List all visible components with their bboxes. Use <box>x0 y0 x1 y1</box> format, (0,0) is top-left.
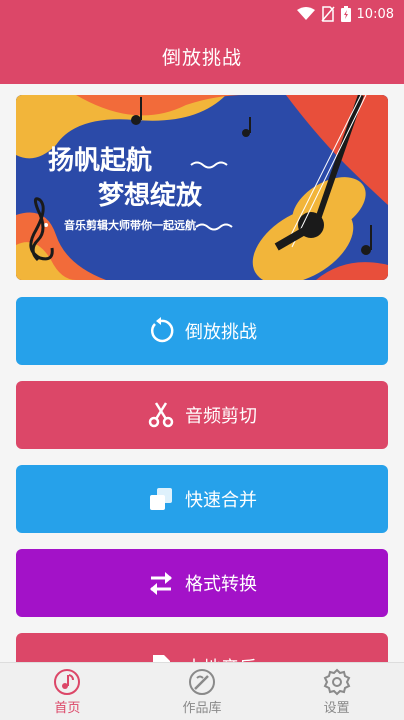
quick-merge-label: 快速合并 <box>185 490 257 511</box>
convert-icon <box>147 569 175 597</box>
settings-icon <box>323 668 350 695</box>
format-convert-button[interactable]: 格式转换 <box>16 549 388 617</box>
reverse-icon <box>147 317 175 345</box>
reverse-challenge-label: 倒放挑战 <box>185 322 257 343</box>
scissors-icon <box>147 401 175 429</box>
nav-settings[interactable]: 设置 <box>277 668 397 716</box>
battery-charging-icon <box>340 6 351 22</box>
status-bar: 10:08 <box>0 0 404 28</box>
nav-works[interactable]: 作品库 <box>142 668 262 716</box>
nav-settings-label: 设置 <box>323 700 350 716</box>
app-bar: 倒放挑战 <box>0 28 404 84</box>
nav-home[interactable]: 首页 <box>7 668 127 716</box>
nav-home-label: 首页 <box>54 700 81 716</box>
bottom-nav: 首页 作品库 设置 <box>0 662 404 720</box>
no-sim-icon <box>320 6 335 22</box>
audio-cut-label: 音频剪切 <box>185 406 257 427</box>
format-convert-label: 格式转换 <box>185 574 257 595</box>
status-time: 10:08 <box>356 6 394 22</box>
merge-icon <box>147 485 175 513</box>
banner-title-line1: 扬帆起航 <box>48 146 153 176</box>
banner-title-line2: 梦想绽放 <box>98 181 203 211</box>
nav-works-label: 作品库 <box>182 700 222 716</box>
works-icon <box>188 668 215 695</box>
page-title: 倒放挑战 <box>161 46 242 69</box>
audio-cut-button[interactable]: 音频剪切 <box>16 381 388 449</box>
home-music-icon <box>54 668 81 695</box>
banner-subtitle: 音乐剪辑大师带你一起远航 <box>64 219 196 232</box>
reverse-challenge-button[interactable]: 倒放挑战 <box>16 297 388 365</box>
wifi-icon <box>296 7 315 20</box>
promo-banner[interactable]: 扬帆起航 梦想绽放 音乐剪辑大师带你一起远航 <box>16 95 388 280</box>
quick-merge-button[interactable]: 快速合并 <box>16 465 388 533</box>
